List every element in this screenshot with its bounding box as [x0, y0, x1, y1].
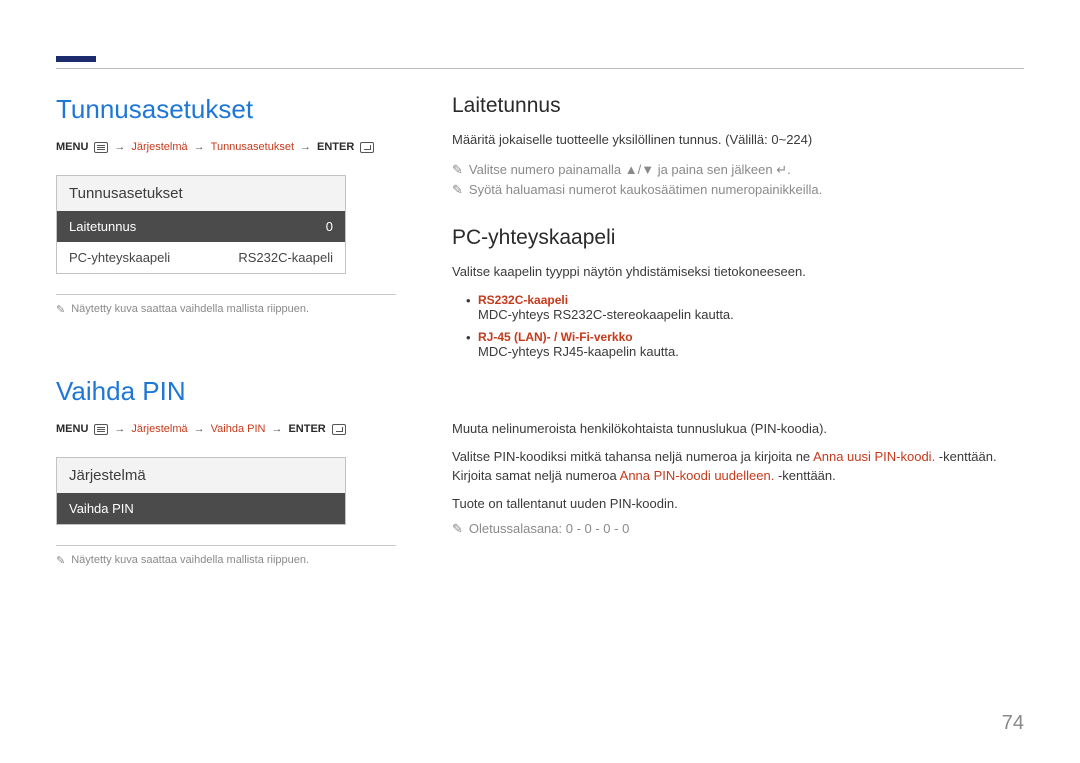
card-title: Tunnusasetukset — [57, 176, 345, 211]
card-row[interactable]: PC-yhteyskaapeli RS232C-kaapeli — [57, 242, 345, 273]
body-text: Tuote on tallentanut uuden PIN-koodin. — [452, 494, 1024, 514]
arrow-icon: → — [271, 423, 282, 435]
note-text: Näytetty kuva saattaa vaihdella mallista… — [71, 303, 309, 315]
accent-bar — [56, 56, 96, 62]
option-desc: MDC-yhteys RJ45-kaapelin kautta. — [478, 344, 1024, 359]
section-laitetunnus: Laitetunnus Määritä jokaiselle tuotteell… — [452, 94, 1024, 198]
note: ✎ Valitse numero painamalla ▲/▼ ja paina… — [452, 162, 1024, 178]
subsection-title: PC-yhteyskaapeli — [452, 226, 1024, 250]
inline-highlight: Anna PIN-koodi uudelleen. — [620, 468, 775, 483]
breadcrumb: MENU → Järjestelmä → Vaihda PIN → ENTER — [56, 423, 396, 435]
pencil-icon: ✎ — [56, 303, 65, 316]
breadcrumb-seg2: Vaihda PIN — [211, 423, 266, 435]
arrow-icon: → — [114, 423, 125, 435]
menu-icon — [94, 424, 108, 435]
card-row-selected[interactable]: Vaihda PIN — [57, 493, 345, 524]
card-title: Järjestelmä — [57, 458, 345, 493]
option-desc: MDC-yhteys RS232C-stereokaapelin kautta. — [478, 307, 1024, 322]
horizontal-rule — [56, 68, 1024, 69]
list-item: RJ-45 (LAN)- / Wi-Fi-verkko MDC-yhteys R… — [466, 330, 1024, 359]
body-text: Valitse kaapelin tyyppi näytön yhdistämi… — [452, 262, 1024, 282]
option-title: RJ-45 (LAN)- / Wi-Fi-verkko — [478, 330, 1024, 344]
body-text: Määritä jokaiselle tuotteelle yksilöllin… — [452, 130, 1024, 150]
arrow-icon: → — [194, 141, 205, 153]
body-text: Muuta nelinumeroista henkilökohtaista tu… — [452, 419, 1024, 439]
note: ✎ Syötä haluamasi numerot kaukosäätimen … — [452, 182, 1024, 198]
page-number: 74 — [1002, 712, 1024, 735]
row-value: RS232C-kaapeli — [238, 250, 333, 265]
note-text: Oletussalasana: 0 - 0 - 0 - 0 — [469, 521, 629, 536]
note-text: Valitse numero painamalla ▲/▼ ja paina s… — [469, 162, 791, 178]
option-title: RS232C-kaapeli — [478, 293, 1024, 307]
breadcrumb-menu-label: MENU — [56, 141, 88, 153]
note-text: Näytetty kuva saattaa vaihdella mallista… — [71, 554, 309, 566]
note-text: Syötä haluamasi numerot kaukosäätimen nu… — [469, 182, 822, 197]
breadcrumb-seg2: Tunnusasetukset — [211, 141, 294, 153]
arrow-icon: → — [300, 141, 311, 153]
pencil-icon: ✎ — [452, 521, 463, 537]
menu-icon — [94, 142, 108, 153]
note: ✎ Näytetty kuva saattaa vaihdella mallis… — [56, 554, 396, 567]
pencil-icon: ✎ — [452, 162, 463, 178]
breadcrumb-enter-label: ENTER — [288, 423, 325, 435]
row-value: 0 — [326, 219, 333, 234]
row-label: PC-yhteyskaapeli — [69, 250, 170, 265]
breadcrumb-seg1: Järjestelmä — [131, 141, 187, 153]
divider — [56, 294, 396, 295]
breadcrumb-enter-label: ENTER — [317, 141, 354, 153]
inline-highlight: Anna uusi PIN-koodi. — [813, 449, 935, 464]
enter-icon — [332, 424, 346, 435]
arrow-icon: → — [194, 423, 205, 435]
section-vaihda-pin-text: Muuta nelinumeroista henkilökohtaista tu… — [452, 419, 1024, 537]
divider — [56, 545, 396, 546]
arrow-icon: → — [114, 141, 125, 153]
pencil-icon: ✎ — [56, 554, 65, 567]
note: ✎ Oletussalasana: 0 - 0 - 0 - 0 — [452, 521, 1024, 537]
breadcrumb-seg1: Järjestelmä — [131, 423, 187, 435]
body-text: Valitse PIN-koodiksi mitkä tahansa neljä… — [452, 447, 1024, 486]
section-pc-yhteyskaapeli: PC-yhteyskaapeli Valitse kaapelin tyyppi… — [452, 226, 1024, 360]
list-item: RS232C-kaapeli MDC-yhteys RS232C-stereok… — [466, 293, 1024, 322]
row-label: Laitetunnus — [69, 219, 136, 234]
card-row-selected[interactable]: Laitetunnus 0 — [57, 211, 345, 242]
note: ✎ Näytetty kuva saattaa vaihdella mallis… — [56, 303, 396, 316]
breadcrumb: MENU → Järjestelmä → Tunnusasetukset → E… — [56, 141, 396, 153]
section-title-vaihda-pin: Vaihda PIN — [56, 376, 396, 407]
row-label: Vaihda PIN — [69, 501, 134, 516]
pencil-icon: ✎ — [452, 182, 463, 198]
breadcrumb-menu-label: MENU — [56, 423, 88, 435]
text-fragment: Valitse PIN-koodiksi mitkä tahansa neljä… — [452, 449, 813, 464]
menu-card-jarjestelma: Järjestelmä Vaihda PIN — [56, 457, 346, 525]
menu-card-tunnusasetukset: Tunnusasetukset Laitetunnus 0 PC-yhteysk… — [56, 175, 346, 274]
enter-icon — [360, 142, 374, 153]
text-fragment: -kenttään. — [774, 468, 835, 483]
section-title-tunnusasetukset: Tunnusasetukset — [56, 94, 396, 125]
subsection-title: Laitetunnus — [452, 94, 1024, 118]
